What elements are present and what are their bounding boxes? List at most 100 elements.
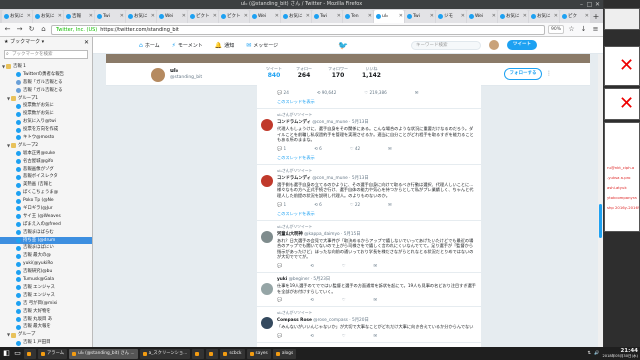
tweet[interactable]: 💬 24 ⟲ 90,642 ♡ 219,386 ✉ このスレッドを表示: [257, 85, 481, 109]
url-bar[interactable]: Twitter, Inc. (US) https://twitter.com/s…: [51, 24, 545, 35]
reply-button[interactable]: 💬 1: [277, 202, 286, 208]
tab-5[interactable]: Wei ✕: [157, 10, 187, 23]
tab-close-icon[interactable]: ✕: [182, 10, 186, 23]
like-button[interactable]: ♡: [342, 297, 346, 303]
profile-stat[interactable]: ツイート 840: [266, 66, 282, 79]
bookmark-item[interactable]: 名古屋城@gifo: [0, 158, 92, 166]
bookmark-item[interactable]: 投票を方向を作成: [0, 126, 92, 134]
tab-close-icon[interactable]: ✕: [492, 10, 496, 23]
tab-close-icon[interactable]: ✕: [244, 10, 248, 23]
bookmark-item[interactable]: 吉報「ガル吉報とる: [0, 87, 92, 95]
dm-button[interactable]: ✉: [388, 146, 392, 152]
close-window-button[interactable]: ✕: [594, 1, 601, 8]
bookmark-item[interactable]: キトウ@mosto: [0, 134, 92, 142]
desktop-window-4[interactable]: ru@nkt_ciph.a -yuksa a.pro ashi.atyuk ytokc…: [604, 122, 640, 232]
tab-3[interactable]: Twi ✕: [95, 10, 125, 23]
bookmark-item[interactable]: 悲報ボイスレクタ: [0, 173, 92, 181]
desktop-window-2[interactable]: ✕: [604, 46, 640, 86]
bookmark-item[interactable]: yuki(@yukiRo: [0, 260, 92, 268]
maximize-button[interactable]: □: [586, 1, 593, 8]
follow-button[interactable]: フォローする: [504, 68, 542, 80]
retweet-button[interactable]: ⟲ 6: [314, 202, 322, 208]
clock[interactable]: 21:44 2018年05月30日(水): [603, 348, 638, 359]
bookmark-item[interactable]: 吉報まほばらむ: [0, 229, 92, 237]
desktop-link[interactable]: ru@nkt_ciph.a: [607, 165, 634, 170]
bookmark-item[interactable]: 悲報画像がゾグ: [0, 166, 92, 174]
tab-close-icon[interactable]: ✕: [585, 10, 589, 23]
retweet-button[interactable]: ⟲ 6: [314, 146, 322, 152]
bookmark-item[interactable]: 投票数がお気に: [0, 110, 92, 118]
tab-16[interactable]: お気に ✕: [498, 10, 528, 23]
taskbar-item[interactable]: a_スクリーンショ...: [139, 348, 191, 359]
show-desktop-icon[interactable]: ▭: [13, 349, 22, 358]
tab-close-icon[interactable]: ✕: [58, 10, 62, 23]
reply-button[interactable]: 💬: [277, 297, 282, 303]
more-icon[interactable]: ⋮: [546, 70, 552, 77]
tab-7[interactable]: ピクト ✕: [219, 10, 249, 23]
tweet-button[interactable]: ツイート: [507, 40, 537, 50]
bookmark-item[interactable]: Poko Tp (@Ne: [0, 197, 92, 205]
bookmark-item[interactable]: ぽまえ入の@freed: [0, 221, 92, 229]
tab-close-icon[interactable]: ✕: [120, 10, 124, 23]
avatar[interactable]: [261, 174, 273, 187]
twitter-nav-mail[interactable]: ✉ メッセージ: [246, 42, 278, 49]
avatar[interactable]: [489, 40, 499, 50]
tab-close-icon[interactable]: ✕: [399, 10, 403, 23]
bookmark-item[interactable]: 吉報 最大報を: [0, 323, 92, 331]
dm-button[interactable]: ✉: [374, 333, 378, 339]
bookmark-item[interactable]: Twitterの勇者な報告: [0, 71, 92, 79]
bookmark-item[interactable]: 吉報 大好物を: [0, 308, 92, 316]
bookmark-search-input[interactable]: ⌕ ブックマークを検索: [4, 50, 88, 59]
tab-close-icon[interactable]: ✕: [554, 10, 558, 23]
taskbar-item[interactable]: [206, 348, 219, 359]
tweet[interactable]: ul₀さんがリツイート Compass Rose @rose_compass · …: [257, 307, 481, 343]
dm-button[interactable]: ✉: [388, 202, 392, 208]
bookmark-item[interactable]: ギロギラ(@Jur: [0, 205, 92, 213]
reply-button[interactable]: 💬 1: [277, 146, 286, 152]
tweet[interactable]: yuki @beginer · 5月23日 仕事を19人選手のてでではい監督と選手…: [257, 273, 481, 308]
tab-close-icon[interactable]: ✕: [275, 10, 279, 23]
bookmark-item[interactable]: 美熟画 (吉報と: [0, 181, 92, 189]
tab-13[interactable]: Twi ✕: [405, 10, 435, 23]
bookmark-item[interactable]: お気に入り@twi: [0, 118, 92, 126]
dm-button[interactable]: ✉: [374, 263, 378, 269]
tab-close-icon[interactable]: ✕: [27, 10, 31, 23]
bookmark-item[interactable]: ▼ グループ1: [0, 95, 92, 103]
tab-close-icon[interactable]: ✕: [213, 10, 217, 23]
bookmark-item[interactable]: ▼ グループ: [0, 331, 92, 339]
bookmark-item[interactable]: 吉報 最大の@: [0, 252, 92, 260]
show-thread-link[interactable]: このスレッドを表示: [277, 155, 477, 161]
retweet-button[interactable]: ⟲: [310, 263, 314, 269]
new-tab-button[interactable]: +: [591, 10, 601, 23]
reload-icon[interactable]: ↻: [27, 25, 36, 34]
profile-stat[interactable]: フォロー 264: [296, 66, 312, 79]
tab-11[interactable]: Ten ✕: [343, 10, 373, 23]
site-identity[interactable]: Twitter, Inc. (US): [56, 26, 97, 34]
like-button[interactable]: ♡: [342, 263, 346, 269]
bookmark-item[interactable]: 悲報「ガル吉報とる: [0, 79, 92, 87]
tab-6[interactable]: ピクト ✕: [188, 10, 218, 23]
desktop-link[interactable]: -yuksa a.pro: [607, 175, 630, 180]
profile-name[interactable]: ul₀: [170, 68, 178, 74]
taskbar-item[interactable]: ul₀ (@standing_bit) さん ...: [69, 348, 138, 359]
show-thread-link[interactable]: このスレッドを表示: [277, 99, 477, 105]
taskbar-item[interactable]: [24, 348, 36, 359]
tweet-author[interactable]: yuki: [277, 277, 287, 282]
tab-close-icon[interactable]: ✕: [461, 10, 465, 23]
retweet-button[interactable]: ⟲ 90,642: [317, 90, 337, 96]
avatar[interactable]: [261, 119, 273, 131]
tab-8[interactable]: Wei ✕: [250, 10, 280, 23]
tab-9[interactable]: お気に ✕: [281, 10, 311, 23]
taskbar-item[interactable]: scbck: [220, 348, 245, 359]
url-text[interactable]: https://twitter.com/standing_bit: [100, 26, 179, 34]
show-thread-link[interactable]: このスレッドを表示: [277, 211, 477, 217]
desktop-link[interactable]: ytokcompanyra: [607, 195, 637, 200]
reply-button[interactable]: 💬: [277, 263, 282, 269]
zoom-indicator[interactable]: 90%: [547, 25, 564, 34]
tab-close-icon[interactable]: ✕: [368, 10, 372, 23]
avatar[interactable]: [261, 282, 273, 295]
twitter-search-input[interactable]: キーワード検索: [411, 41, 481, 50]
twitter-nav-moments[interactable]: ⚡ モーメント: [172, 42, 203, 49]
tweet[interactable]: ul₀さんがリツイート 河童山大明神 @kappa_daimyo · 5月15日あ…: [257, 221, 481, 273]
like-button[interactable]: ♡ 219,386: [364, 90, 386, 96]
